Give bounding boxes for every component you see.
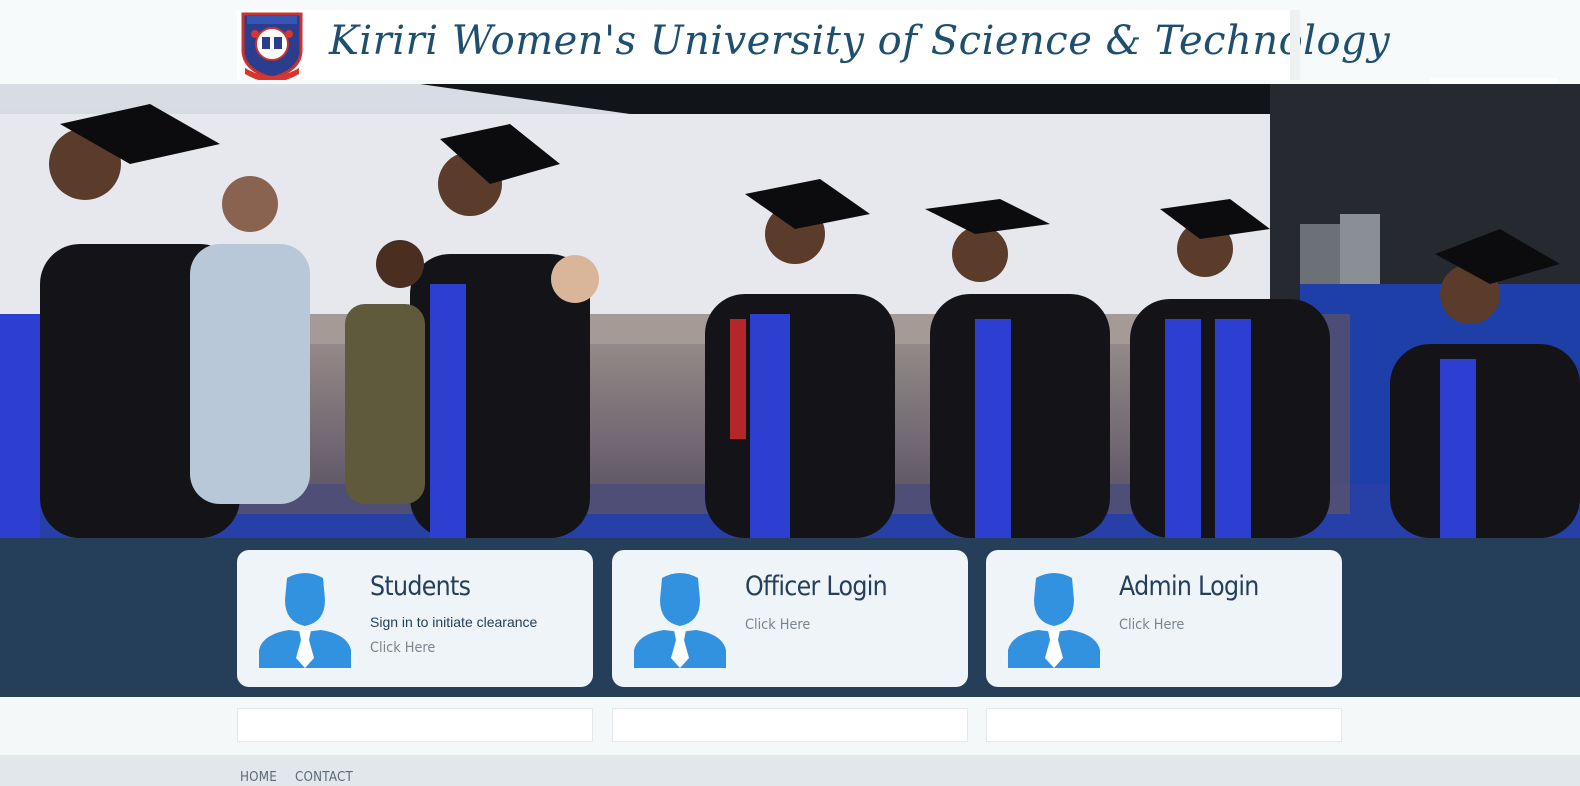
students-subtitle: Sign in to initiate clearance <box>370 614 538 630</box>
content-slot <box>237 708 593 742</box>
content-slot <box>986 708 1342 742</box>
site-header: Kiriri Women's University of Science & T… <box>0 0 1580 88</box>
user-icon <box>259 573 351 668</box>
user-icon <box>634 573 726 668</box>
content-strip <box>0 697 1580 755</box>
officer-click-here-link[interactable]: Click Here <box>745 617 810 633</box>
banner-edge <box>1290 10 1300 80</box>
admin-login-card[interactable]: Admin Login Click Here <box>986 550 1342 687</box>
students-card[interactable]: Students Sign in to initiate clearance C… <box>237 550 593 687</box>
user-icon <box>1008 573 1100 668</box>
students-click-here-link[interactable]: Click Here <box>370 640 435 656</box>
university-crest-icon <box>241 12 303 80</box>
footer-nav: HOME CONTACT <box>240 770 358 785</box>
content-slot <box>612 708 968 742</box>
admin-login-title: Admin Login <box>1119 571 1259 602</box>
admin-click-here-link[interactable]: Click Here <box>1119 617 1184 633</box>
login-band: Students Sign in to initiate clearance C… <box>0 538 1580 697</box>
university-name: Kiriri Women's University of Science & T… <box>329 18 1391 64</box>
officer-login-card[interactable]: Officer Login Click Here <box>612 550 968 687</box>
nav-home-link[interactable]: HOME <box>240 770 277 785</box>
hero-image <box>0 84 1580 538</box>
graduation-photo <box>0 84 1580 538</box>
students-title: Students <box>370 571 471 602</box>
nav-contact-link[interactable]: CONTACT <box>295 770 353 785</box>
site-footer: HOME CONTACT <box>0 755 1580 786</box>
officer-login-title: Officer Login <box>745 571 888 602</box>
header-banner: Kiriri Women's University of Science & T… <box>237 10 1390 80</box>
